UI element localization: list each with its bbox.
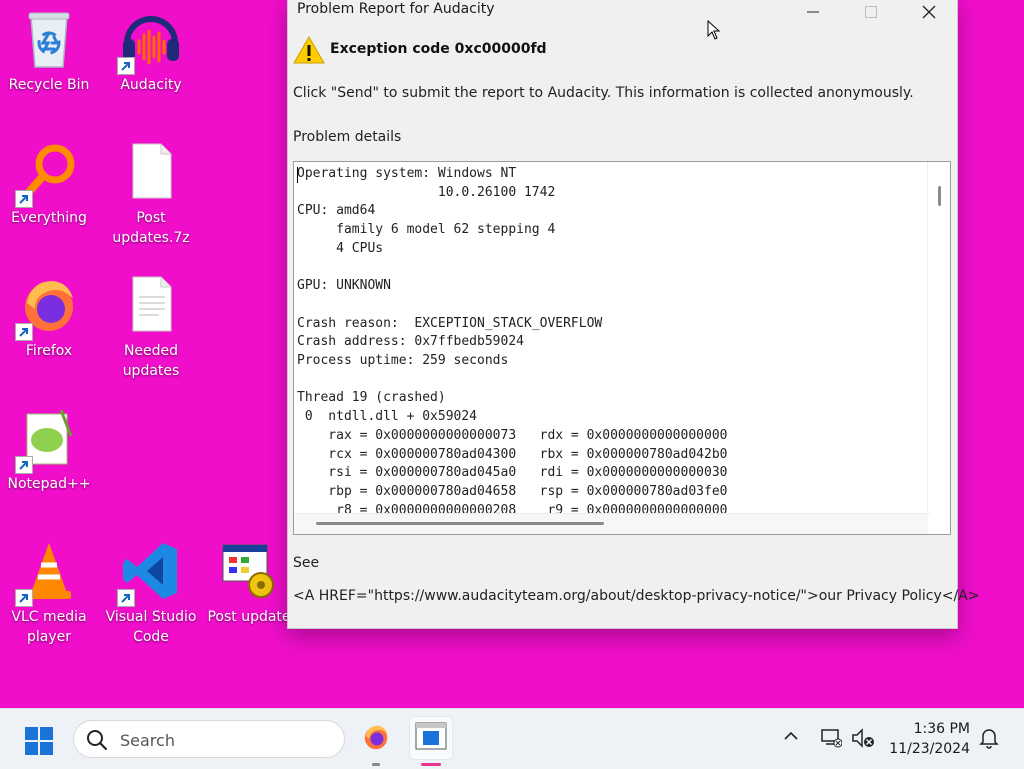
clock-date: 11/23/2024 [889, 741, 970, 757]
privacy-policy-text: <A HREF="https://www.audacityteam.org/ab… [293, 588, 980, 604]
volume-button[interactable] [851, 727, 875, 753]
start-button[interactable] [24, 726, 54, 760]
scrollbar-corner [928, 514, 950, 534]
desktop-icon-firefox[interactable]: Firefox [0, 273, 98, 361]
desktop-icon-label: Firefox [25, 343, 73, 359]
notepad-plus-plus-icon [15, 406, 81, 474]
minimize-button[interactable] [784, 0, 842, 25]
active-indicator [421, 763, 441, 766]
problem-details-label: Problem details [293, 129, 402, 145]
taskbar-clock[interactable]: 1:36 PM 11/23/2024 [884, 719, 970, 759]
desktop-icon-notepad-plus-plus[interactable]: Notepad++ [0, 406, 98, 494]
minimize-icon [807, 11, 819, 13]
text-file-icon [119, 273, 183, 337]
shortcut-arrow-icon [117, 57, 135, 75]
notification-bell-icon [979, 729, 999, 749]
volume-muted-icon [852, 728, 874, 748]
shortcut-arrow-icon [117, 589, 135, 607]
desktop-icon-everything[interactable]: Everything [0, 140, 98, 228]
vertical-scrollbar-thumb[interactable] [938, 186, 941, 206]
problem-report-dialog: Problem Report for Audacity Exception co… [287, 0, 980, 629]
show-hidden-icons-button[interactable] [782, 727, 800, 749]
maximize-icon [865, 6, 877, 18]
clock-time: 1:36 PM [913, 721, 970, 737]
desktop-icon-audacity[interactable]: Audacity [102, 7, 200, 95]
firefox-icon [15, 273, 81, 341]
desktop-icon-label: Post update [207, 609, 291, 625]
taskbar-problem-report[interactable] [409, 716, 453, 766]
desktop-icon-label: VLC media player [11, 609, 87, 645]
desktop-icon-label: Visual Studio Code [105, 609, 197, 645]
vlc-icon [15, 539, 81, 607]
problem-details-textbox[interactable]: Operating system: Windows NT 10.0.26100 … [293, 161, 951, 535]
desktop-icon-label: Recycle Bin [8, 77, 90, 93]
desktop-icon-vscode[interactable]: Visual Studio Code [102, 539, 200, 647]
mouse-cursor-icon [707, 20, 721, 40]
taskbar-firefox[interactable] [354, 716, 398, 766]
shortcut-arrow-icon [15, 456, 33, 474]
desktop-icon-needed-updates[interactable]: Needed updates [102, 273, 200, 381]
desktop-icon-label: Everything [11, 210, 87, 226]
desktop-icon-post-update[interactable]: Post update [200, 539, 298, 627]
vscode-icon [117, 539, 183, 607]
audacity-icon [117, 7, 183, 75]
desktop-icon-vlc[interactable]: VLC media player [0, 539, 98, 647]
text-caret [297, 167, 298, 183]
desktop-icon-post-updates-7z[interactable]: Post updates.7z [102, 140, 200, 248]
report-message: Click "Send" to submit the report to Aud… [293, 85, 914, 101]
app-window-icon [415, 722, 447, 750]
problem-details-text[interactable]: Operating system: Windows NT 10.0.26100 … [297, 165, 727, 520]
taskbar-search-box[interactable] [73, 720, 345, 758]
running-indicator [372, 763, 380, 766]
horizontal-scrollbar-thumb[interactable] [316, 522, 604, 525]
archive-file-icon [119, 140, 183, 204]
maximize-button [842, 0, 900, 25]
everything-icon [15, 140, 81, 208]
dialog-title: Problem Report for Audacity [297, 1, 495, 17]
close-button[interactable] [900, 0, 958, 25]
windows-start-icon [25, 727, 53, 755]
recycle-bin-icon [17, 7, 81, 71]
desktop-icon-label: Post updates.7z [112, 210, 190, 246]
warning-icon [293, 36, 325, 64]
shortcut-arrow-icon [15, 190, 33, 208]
desktop-icon-recycle-bin[interactable]: Recycle Bin [0, 7, 98, 95]
chevron-up-icon [784, 731, 798, 740]
search-icon [87, 730, 108, 751]
dialog-titlebar[interactable]: Problem Report for Audacity [288, 0, 957, 29]
desktop-icon-label: Needed updates [122, 343, 180, 379]
desktop-icon-label: Audacity [120, 77, 182, 93]
vertical-scrollbar[interactable] [927, 162, 950, 514]
network-icon [821, 729, 843, 748]
shortcut-arrow-icon [15, 589, 33, 607]
network-button[interactable] [820, 727, 843, 753]
firefox-icon [364, 725, 388, 750]
setup-program-icon [217, 539, 281, 603]
notifications-button[interactable] [979, 727, 999, 753]
taskbar: 1:36 PM 11/23/2024 [0, 708, 1024, 769]
desktop-icon-label: Notepad++ [7, 476, 91, 492]
horizontal-scrollbar[interactable] [294, 513, 930, 534]
close-icon [922, 5, 936, 19]
exception-code: Exception code 0xc00000fd [330, 41, 547, 57]
search-input[interactable] [118, 728, 332, 752]
see-label: See [293, 555, 320, 571]
shortcut-arrow-icon [15, 323, 33, 341]
